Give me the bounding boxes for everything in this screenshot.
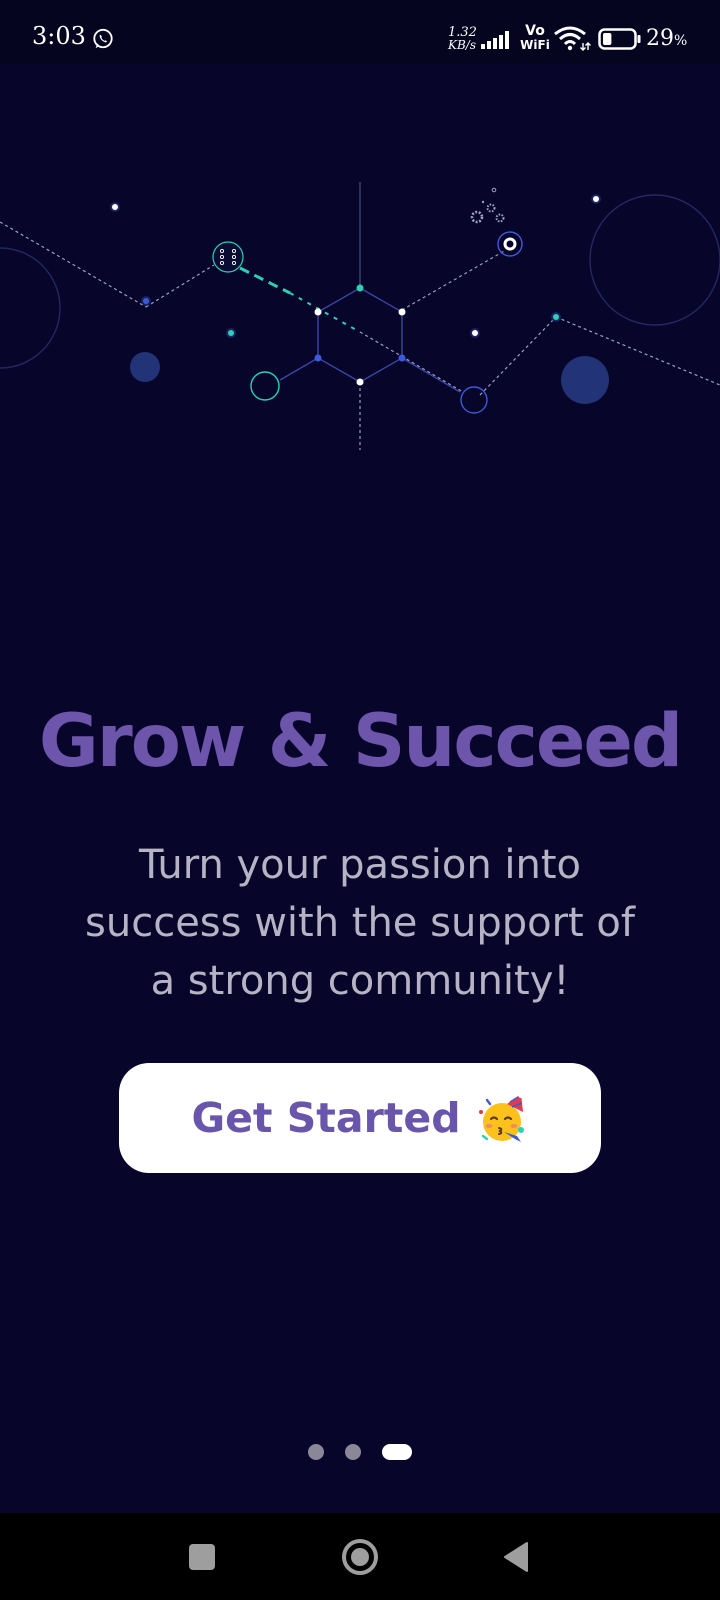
dot xyxy=(228,330,234,336)
connector-line xyxy=(279,357,319,381)
node-dot xyxy=(356,378,364,386)
system-nav-bar xyxy=(0,1513,720,1600)
status-time: 3:03 xyxy=(32,22,86,50)
battery-unit: % xyxy=(674,33,688,49)
page-dot-2[interactable] xyxy=(345,1444,361,1460)
page-dot-1[interactable] xyxy=(308,1444,324,1460)
network-speed: 1.32 KB/s xyxy=(448,26,477,52)
dot xyxy=(593,196,599,202)
onboarding-title: Grow & Succeed xyxy=(38,699,683,784)
dashed-line xyxy=(0,221,147,308)
connector-line xyxy=(401,357,461,393)
recent-apps-icon xyxy=(189,1544,215,1570)
grid-node xyxy=(212,241,244,273)
outline-circle xyxy=(460,386,488,414)
teal-dashed-line xyxy=(289,292,361,333)
vowifi-top: Vo xyxy=(525,23,545,39)
dashed-line xyxy=(359,331,464,393)
dashed-line xyxy=(479,316,557,396)
party-face-icon xyxy=(478,1092,524,1142)
dot xyxy=(553,314,559,320)
outline-circle xyxy=(589,194,720,326)
dashed-line xyxy=(401,249,507,311)
battery-level-fill xyxy=(603,33,612,45)
filled-circle xyxy=(130,352,160,382)
dashed-line xyxy=(145,264,215,308)
vowifi-bottom: WiFi xyxy=(520,38,550,52)
node-dot xyxy=(398,308,406,316)
get-started-button[interactable]: Get Started xyxy=(119,1063,601,1173)
dot xyxy=(112,204,118,210)
gear-cluster-icon xyxy=(470,187,505,224)
page-indicator xyxy=(0,1440,720,1464)
outline-circle xyxy=(0,247,61,369)
battery-value: 29 xyxy=(646,26,674,51)
signal-bars-icon xyxy=(481,31,509,49)
home-button[interactable] xyxy=(336,1533,384,1581)
dot xyxy=(472,330,478,336)
whatsapp-icon xyxy=(93,28,113,49)
vowifi-indicator: Vo WiFi xyxy=(520,24,550,52)
get-started-label: Get Started xyxy=(191,1094,461,1142)
home-icon xyxy=(342,1539,378,1575)
network-illustration xyxy=(0,182,720,450)
battery-icon xyxy=(598,28,641,50)
node-dot xyxy=(356,284,364,292)
node-dot xyxy=(314,354,322,362)
teal-dashed-line xyxy=(239,266,291,295)
hexagon-shape xyxy=(317,287,403,383)
dot xyxy=(143,298,149,304)
battery-percentage: 29% xyxy=(646,26,687,51)
ring-node-center xyxy=(503,237,517,251)
page-dot-3-active[interactable] xyxy=(382,1444,412,1460)
node-dot xyxy=(314,308,322,316)
wifi-icon xyxy=(554,26,591,51)
filled-circle xyxy=(561,356,609,404)
ring-node xyxy=(497,231,523,257)
status-bar: 3:03 1.32 KB/s Vo WiFi 29% xyxy=(0,0,720,64)
network-speed-unit: KB/s xyxy=(448,38,476,52)
outline-circle xyxy=(250,371,280,401)
onboarding-subtitle: Turn your passion into success with the … xyxy=(85,842,635,1004)
back-icon xyxy=(504,1542,528,1572)
node-dot xyxy=(398,354,406,362)
back-button[interactable] xyxy=(492,1533,540,1581)
recent-apps-button[interactable] xyxy=(178,1533,226,1581)
